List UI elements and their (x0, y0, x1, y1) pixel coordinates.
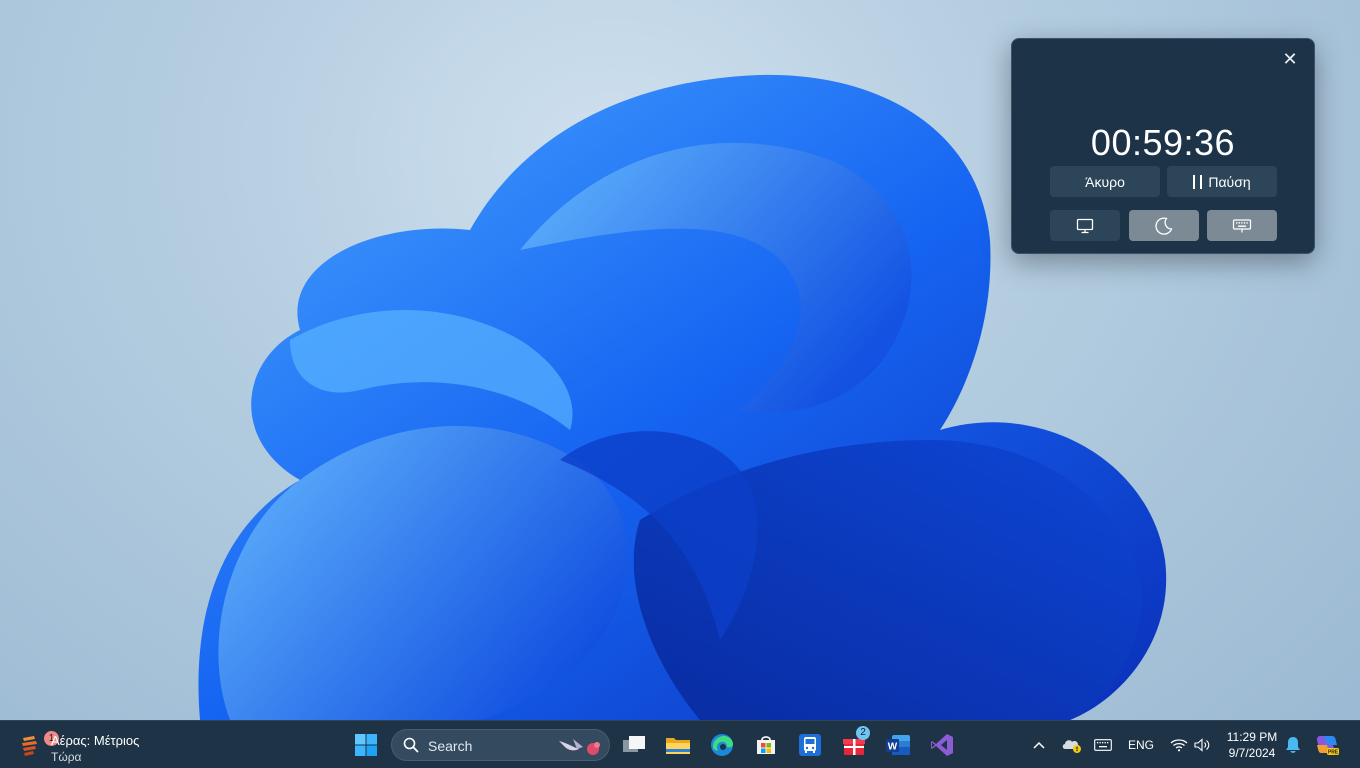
pause-icon (1193, 174, 1203, 189)
pause-button[interactable]: Παύση (1167, 166, 1277, 197)
wifi-button[interactable] (1168, 721, 1190, 768)
timer-display: 00:59:36 (1090, 122, 1236, 163)
touch-keyboard-button[interactable] (1092, 721, 1114, 768)
timer-widget: ✕ 00:59:36 Άκυρο Παύση (1011, 38, 1315, 254)
word-icon: W (886, 735, 910, 755)
show-hidden-icons-button[interactable] (1028, 721, 1050, 768)
onedrive-warning-icon (1062, 740, 1081, 753)
clock-date: 9/7/2024 (1228, 746, 1276, 760)
weather-title: Αέρας: Μέτριος (51, 733, 140, 748)
search-placeholder: Search (428, 738, 473, 754)
task-view-icon (623, 736, 645, 752)
gift-button[interactable]: 2 (834, 725, 874, 765)
visual-studio-button[interactable] (922, 725, 962, 765)
copilot-button[interactable]: PRE (1312, 721, 1342, 768)
mode-keyboard-button[interactable] (1207, 210, 1277, 241)
taskbar: 1 Αέρας: Μέτριος Τώρα Search 2 W ENG 11:… (0, 720, 1360, 768)
monitor-icon (1076, 218, 1094, 233)
clock-time: 11:29 PM (1226, 730, 1278, 744)
bus-icon (799, 734, 821, 756)
hummingbird-icon (559, 739, 600, 755)
volume-button[interactable] (1192, 721, 1214, 768)
gift-badge: 2 (856, 726, 870, 740)
weather-widget[interactable]: 1 Αέρας: Μέτριος Τώρα (14, 725, 174, 765)
wifi-icon (1170, 739, 1188, 752)
store-icon (757, 736, 775, 754)
windows-logo-icon (355, 734, 377, 756)
keyboard-icon (1094, 739, 1112, 751)
search-icon (403, 737, 419, 753)
mode-sleep-button[interactable] (1129, 210, 1199, 241)
keyboard-icon (1232, 218, 1252, 232)
transit-button[interactable] (790, 725, 830, 765)
copilot-icon: PRE (1316, 736, 1339, 756)
mode-monitor-button[interactable] (1050, 210, 1120, 241)
visual-studio-icon (931, 734, 953, 756)
file-explorer-button[interactable] (658, 725, 698, 765)
air-quality-icon (22, 736, 37, 756)
edge-button[interactable] (702, 725, 742, 765)
cancel-label: Άκυρο (1085, 173, 1125, 190)
folder-icon (666, 738, 690, 754)
svg-text:W: W (888, 742, 898, 753)
notifications-button[interactable] (1282, 721, 1304, 768)
svg-text:PRE: PRE (1328, 750, 1339, 756)
clock-button[interactable]: 11:29 PM 9/7/2024 (1220, 721, 1284, 768)
pause-label: Παύση (1208, 173, 1251, 190)
weather-subtitle: Τώρα (51, 750, 82, 764)
edge-icon (711, 734, 733, 756)
onedrive-button[interactable] (1060, 721, 1084, 768)
cancel-button[interactable]: Άκυρο (1050, 166, 1160, 197)
input-language-button[interactable]: ENG (1124, 721, 1158, 768)
word-button[interactable]: W (878, 725, 918, 765)
volume-icon (1194, 738, 1210, 752)
search-box[interactable]: Search (391, 729, 610, 761)
moon-icon (1155, 216, 1173, 235)
chevron-up-icon (1033, 741, 1045, 749)
bell-icon (1286, 737, 1300, 753)
store-button[interactable] (746, 725, 786, 765)
start-button[interactable] (346, 725, 386, 765)
task-view-button[interactable] (614, 725, 654, 765)
close-icon[interactable]: ✕ (1276, 45, 1304, 73)
